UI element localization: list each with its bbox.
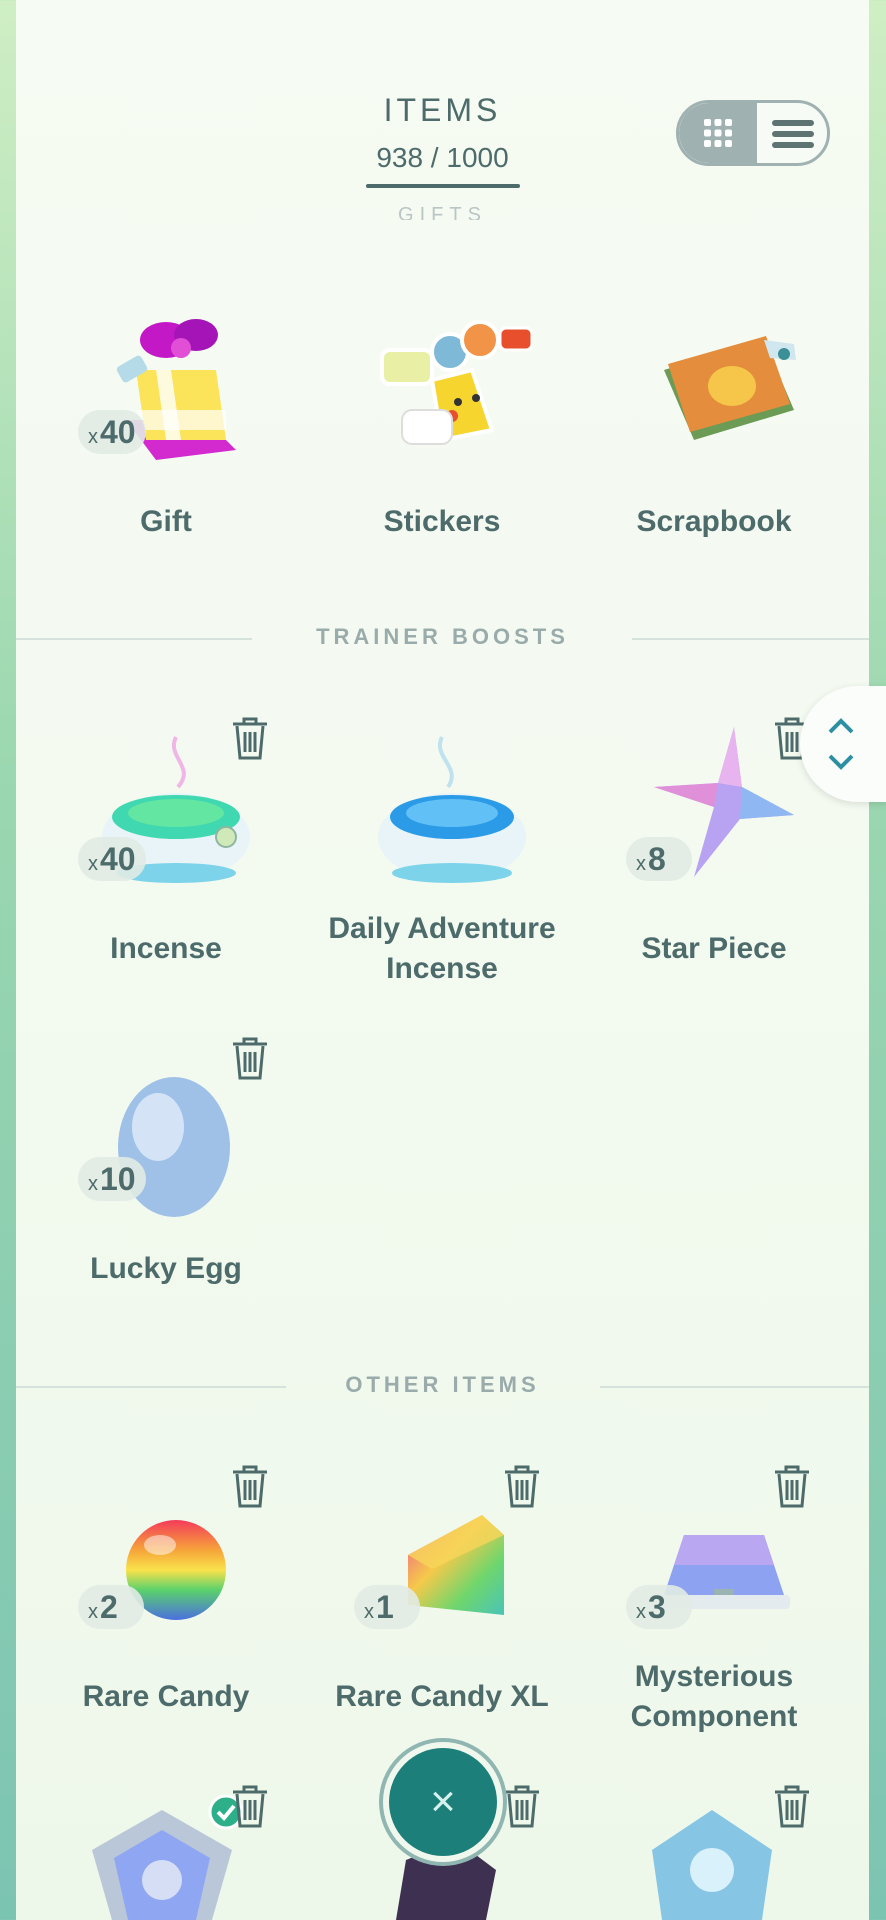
item-name: Lucky Egg [90, 1252, 242, 1285]
title-underline [366, 184, 520, 188]
item-scrapbook[interactable]: Scrapbook [584, 280, 844, 580]
trash-icon[interactable] [230, 1462, 270, 1510]
item-name: Daily Adventure Incense [328, 912, 556, 985]
item-gift[interactable]: x40 Gift [36, 280, 296, 580]
item-count-badge: x8 [626, 837, 692, 881]
trash-icon[interactable] [772, 1782, 812, 1830]
section-divider-trainer-boosts: TRAINER BOOSTS [16, 624, 869, 654]
stickers-icon [380, 320, 532, 445]
section-title: OTHER ITEMS [345, 1372, 540, 1397]
chevron-up-down-icon [828, 718, 854, 770]
daily-adventure-incense-icon [378, 736, 526, 883]
divider-line [600, 1386, 869, 1388]
close-button[interactable]: × [389, 1748, 497, 1856]
item-count-badge: x3 [626, 1585, 692, 1629]
gifts-section-label: GIFTS [398, 204, 487, 220]
trash-icon[interactable] [772, 1462, 812, 1510]
item-count-badge: x40 [78, 837, 146, 881]
list-icon [772, 120, 814, 148]
grid-icon [704, 119, 732, 147]
trash-icon[interactable] [502, 1462, 542, 1510]
section-title: TRAINER BOOSTS [316, 624, 569, 649]
item-count-badge: x10 [78, 1157, 146, 1201]
trash-icon[interactable] [502, 1782, 542, 1830]
item-count-badge: x2 [78, 1585, 144, 1629]
item-name: Star Piece [641, 932, 787, 965]
view-toggle[interactable] [676, 100, 830, 166]
item-name: Rare Candy XL [335, 1680, 549, 1713]
section-divider-other-items: OTHER ITEMS [16, 1372, 869, 1402]
item-stickers[interactable]: Stickers [312, 280, 572, 580]
items-header: ITEMS 938 / 1000 GIFTS [16, 0, 869, 220]
item-name: Gift [140, 505, 192, 538]
item-name: Scrapbook [636, 505, 792, 538]
item-name: Incense [110, 932, 222, 965]
divider-line [632, 638, 869, 640]
trash-icon[interactable] [230, 1034, 270, 1082]
item-count-badge: x40 [78, 410, 146, 454]
item-name: Rare Candy [82, 1680, 250, 1713]
item-name: Mysterious Component [630, 1660, 798, 1733]
scrapbook-icon [664, 336, 796, 440]
item-count-badge: x1 [354, 1585, 420, 1629]
item-name: Stickers [383, 505, 501, 538]
crystal-item-icon[interactable] [642, 1810, 782, 1920]
trash-icon[interactable] [230, 714, 270, 762]
items-panel: ITEMS 938 / 1000 GIFTS x40 Gift Stickers… [16, 0, 869, 1920]
item-daily-adventure-incense[interactable]: Daily Adventure Incense [312, 707, 572, 1007]
close-icon: × [430, 1777, 456, 1826]
trash-icon[interactable] [230, 1782, 270, 1830]
grid-view-button[interactable] [679, 103, 757, 163]
